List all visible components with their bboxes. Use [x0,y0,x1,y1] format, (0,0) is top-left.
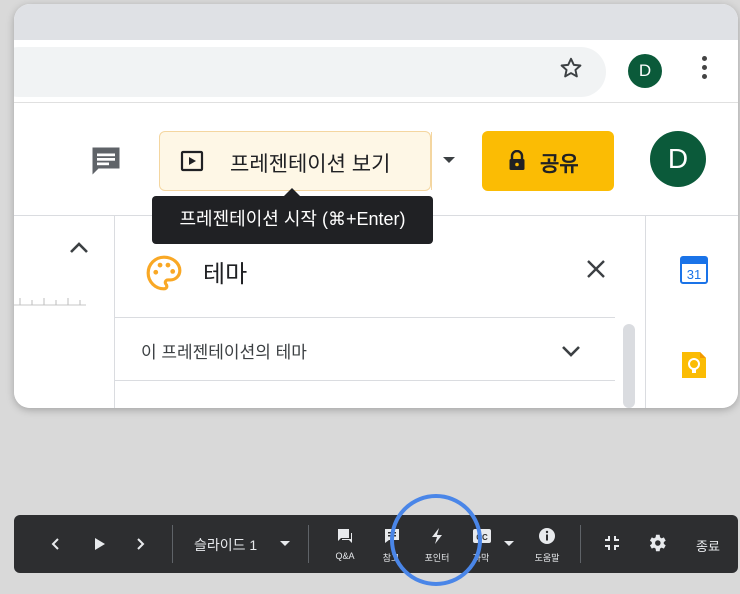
share-button[interactable]: 공유 [482,131,614,191]
laser-pointer-icon[interactable] [428,527,446,545]
comment-history-icon[interactable] [88,143,124,179]
present-tooltip: 프레젠테이션 시작 (⌘+Enter) [152,188,433,244]
ruler [14,298,86,306]
present-options-dropdown[interactable] [431,131,465,191]
presenter-control-bar: 슬라이드 1 Q&A 참고 포인터 CC 자막 도움말 종료 [14,515,738,573]
calendar-icon[interactable]: 31 [680,254,708,284]
browser-toolbar: D [14,40,738,103]
calendar-day: 31 [687,267,701,282]
tab-strip [14,4,738,40]
previous-slide-icon[interactable] [50,537,60,551]
divider [115,380,615,381]
keep-icon[interactable] [680,350,708,380]
speaker-notes-icon[interactable] [383,527,401,545]
help-label: 도움말 [534,553,560,563]
present-button[interactable]: 프레젠테이션 보기 [160,132,432,190]
divider [172,525,173,563]
collapse-chevron-up-icon[interactable] [68,240,90,256]
palette-icon [146,255,182,291]
captions-dropdown-caret[interactable] [504,541,514,546]
qa-label: Q&A [335,551,355,561]
browser-menu-icon[interactable] [694,52,714,88]
captions-label: 자막 [472,553,490,563]
slide-selector-caret[interactable] [280,541,290,546]
account-avatar[interactable]: D [650,131,706,187]
slide-selector[interactable]: 슬라이드 1 [194,535,257,555]
qa-icon[interactable] [336,527,354,545]
close-icon[interactable] [585,258,607,280]
end-presentation-button[interactable]: 종료 [696,536,720,555]
profile-avatar[interactable]: D [628,54,662,88]
help-icon[interactable] [538,527,556,545]
present-label: 프레젠테이션 보기 [230,153,391,176]
divider [115,317,615,318]
filmstrip-area [14,216,114,408]
chevron-down-icon[interactable] [560,344,582,358]
side-panel-apps: 31 [646,216,738,408]
divider [580,525,581,563]
speaker-notes-label: 참고 [382,553,400,563]
captions-icon[interactable]: CC [472,527,492,545]
divider [308,525,309,563]
presentation-theme-section-label[interactable]: 이 프레젠테이션의 테마 [141,338,307,363]
theme-panel-title: 테마 [203,261,248,288]
next-slide-icon[interactable] [136,537,146,551]
address-bar[interactable] [14,47,606,97]
lock-icon [509,150,525,170]
bookmark-star-icon[interactable] [558,55,584,81]
panel-scrollbar[interactable] [623,324,635,408]
exit-fullscreen-icon[interactable] [604,535,620,551]
share-label: 공유 [540,153,579,176]
settings-gear-icon[interactable] [646,532,668,554]
present-play-icon [180,150,204,172]
svg-text:CC: CC [476,533,488,542]
laser-pointer-label: 포인터 [424,553,450,563]
present-split-button: 프레젠테이션 보기 [159,131,432,191]
play-icon[interactable] [94,537,106,551]
theme-panel: 테마 이 프레젠테이션의 테마 [114,216,646,408]
